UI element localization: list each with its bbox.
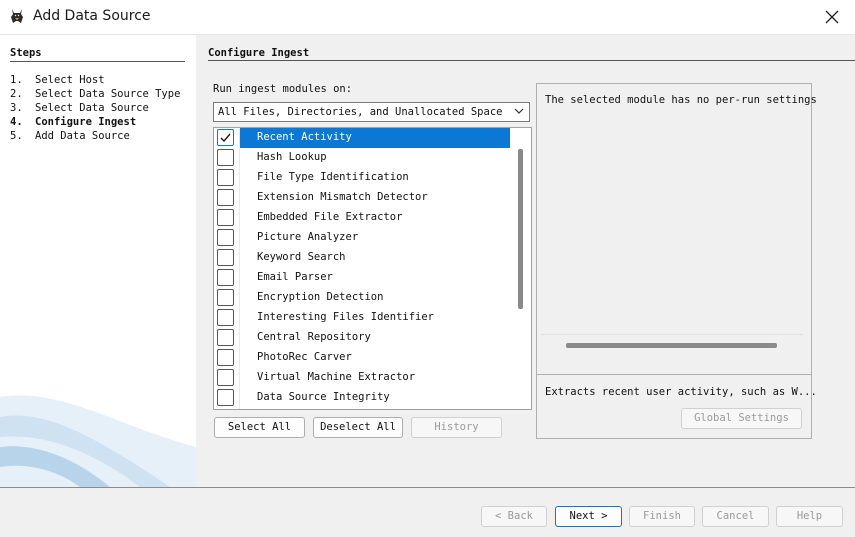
module-checkbox[interactable] — [217, 309, 234, 326]
module-name: Keyword Search — [257, 251, 346, 263]
module-name: Hash Lookup — [257, 151, 327, 163]
list-column-divider — [239, 128, 240, 409]
module-settings-area: The selected module has no per-run setti… — [537, 84, 817, 374]
module-row[interactable]: Picture Analyzer — [214, 228, 511, 248]
global-settings-button[interactable]: Global Settings — [681, 408, 802, 429]
module-checkbox[interactable] — [217, 229, 234, 246]
close-icon — [825, 10, 839, 24]
module-name: Encryption Detection — [257, 291, 384, 303]
select-all-button[interactable]: Select All — [214, 417, 305, 438]
module-checkbox[interactable] — [217, 289, 234, 306]
steps-list: 1. Select Host 2. Select Data Source Type 3.… — [10, 73, 180, 143]
module-checkbox[interactable] — [217, 169, 234, 186]
chevron-down-icon — [514, 108, 524, 114]
module-name: Embedded File Extractor — [257, 211, 403, 223]
module-name: Recent Activity — [257, 131, 352, 143]
step-number: 1. — [10, 74, 23, 86]
step-label: Select Data Source — [35, 102, 149, 114]
module-settings-panel: The selected module has no per-run setti… — [536, 83, 817, 439]
module-row[interactable]: Central Repository — [214, 328, 511, 348]
cancel-button[interactable]: Cancel — [702, 506, 769, 527]
finish-button[interactable]: Finish — [629, 506, 695, 527]
steps-heading: Steps — [10, 47, 42, 59]
run-ingest-dropdown[interactable]: All Files, Directories, and Unallocated … — [213, 102, 530, 122]
module-row[interactable]: Email Parser — [214, 268, 511, 288]
step-item: 4. Configure Ingest — [10, 115, 180, 129]
steps-divider — [10, 61, 185, 62]
history-button[interactable]: History — [411, 417, 502, 438]
module-description: Extracts recent user activity, such as W… — [545, 386, 817, 398]
run-ingest-label: Run ingest modules on: — [213, 83, 353, 95]
module-name: Extension Mismatch Detector — [257, 191, 428, 203]
step-number: 3. — [10, 102, 23, 114]
title-bar: Add Data Source — [0, 0, 855, 35]
module-checkbox[interactable] — [217, 329, 234, 346]
module-checkbox[interactable] — [217, 249, 234, 266]
module-row[interactable]: Recent Activity — [214, 128, 511, 148]
module-row[interactable]: Virtual Machine Extractor — [214, 368, 511, 388]
window-title: Add Data Source — [33, 8, 151, 24]
step-label: Select Data Source Type — [35, 88, 181, 100]
module-row[interactable]: Extension Mismatch Detector — [214, 188, 511, 208]
module-row[interactable]: Embedded File Extractor — [214, 208, 511, 228]
module-row[interactable]: Keyword Search — [214, 248, 511, 268]
step-label: Configure Ingest — [35, 116, 137, 128]
checkmark-icon — [220, 133, 231, 143]
configure-ingest-heading: Configure Ingest — [208, 47, 310, 59]
step-item: 1. Select Host — [10, 73, 180, 87]
back-button[interactable]: < Back — [481, 506, 547, 527]
module-checkbox[interactable] — [217, 269, 234, 286]
module-name: Picture Analyzer — [257, 231, 359, 243]
deselect-all-button[interactable]: Deselect All — [313, 417, 403, 438]
module-name: Interesting Files Identifier — [257, 311, 435, 323]
module-checkbox[interactable] — [217, 389, 234, 406]
next-button[interactable]: Next > — [555, 506, 622, 527]
module-checkbox[interactable] — [217, 129, 234, 146]
configure-divider — [208, 60, 855, 61]
module-name: Email Parser — [257, 271, 333, 283]
module-checkbox[interactable] — [217, 149, 234, 166]
module-name: Virtual Machine Extractor — [257, 371, 416, 383]
close-button[interactable] — [809, 0, 855, 34]
step-item: 2. Select Data Source Type — [10, 87, 180, 101]
help-button[interactable]: Help — [776, 506, 843, 527]
module-checkbox[interactable] — [217, 349, 234, 366]
step-number: 4. — [10, 116, 23, 128]
settings-section-divider — [537, 374, 811, 375]
step-item: 3. Select Data Source — [10, 101, 180, 115]
module-checkbox[interactable] — [217, 369, 234, 386]
decorative-swoosh-graphic — [0, 395, 196, 487]
module-row[interactable]: File Type Identification — [214, 168, 511, 188]
step-label: Add Data Source — [35, 130, 130, 142]
module-checkbox[interactable] — [217, 209, 234, 226]
configure-ingest-panel: Configure Ingest Run ingest modules on: … — [196, 35, 855, 487]
module-checkbox[interactable] — [217, 189, 234, 206]
ingest-module-list[interactable]: Recent Activity Hash Lookup File Type Iden… — [213, 127, 532, 410]
step-number: 5. — [10, 130, 23, 142]
step-item: 5. Add Data Source — [10, 129, 180, 143]
module-name: Data Source Integrity — [257, 391, 390, 403]
run-ingest-dropdown-value: All Files, Directories, and Unallocated … — [218, 106, 503, 118]
steps-panel: Steps 1. Select Host 2. Select Data Source … — [0, 35, 196, 487]
module-name: PhotoRec Carver — [257, 351, 352, 363]
settings-message: The selected module has no per-run setti… — [545, 94, 817, 106]
autopsy-dog-icon — [11, 9, 23, 23]
module-row[interactable]: Data Source Integrity — [214, 388, 511, 408]
module-name: File Type Identification — [257, 171, 409, 183]
module-list-scrollbar[interactable] — [518, 149, 523, 309]
wizard-button-bar: < Back Next > Finish Cancel Help — [0, 487, 855, 537]
settings-horizontal-scrollbar[interactable] — [566, 343, 777, 348]
step-label: Select Host — [35, 74, 105, 86]
module-row[interactable]: Encryption Detection — [214, 288, 511, 308]
module-row[interactable]: Hash Lookup — [214, 148, 511, 168]
settings-divider — [541, 334, 803, 335]
module-row[interactable]: Interesting Files Identifier — [214, 308, 511, 328]
module-name: Central Repository — [257, 331, 371, 343]
step-number: 2. — [10, 88, 23, 100]
module-row[interactable]: PhotoRec Carver — [214, 348, 511, 368]
